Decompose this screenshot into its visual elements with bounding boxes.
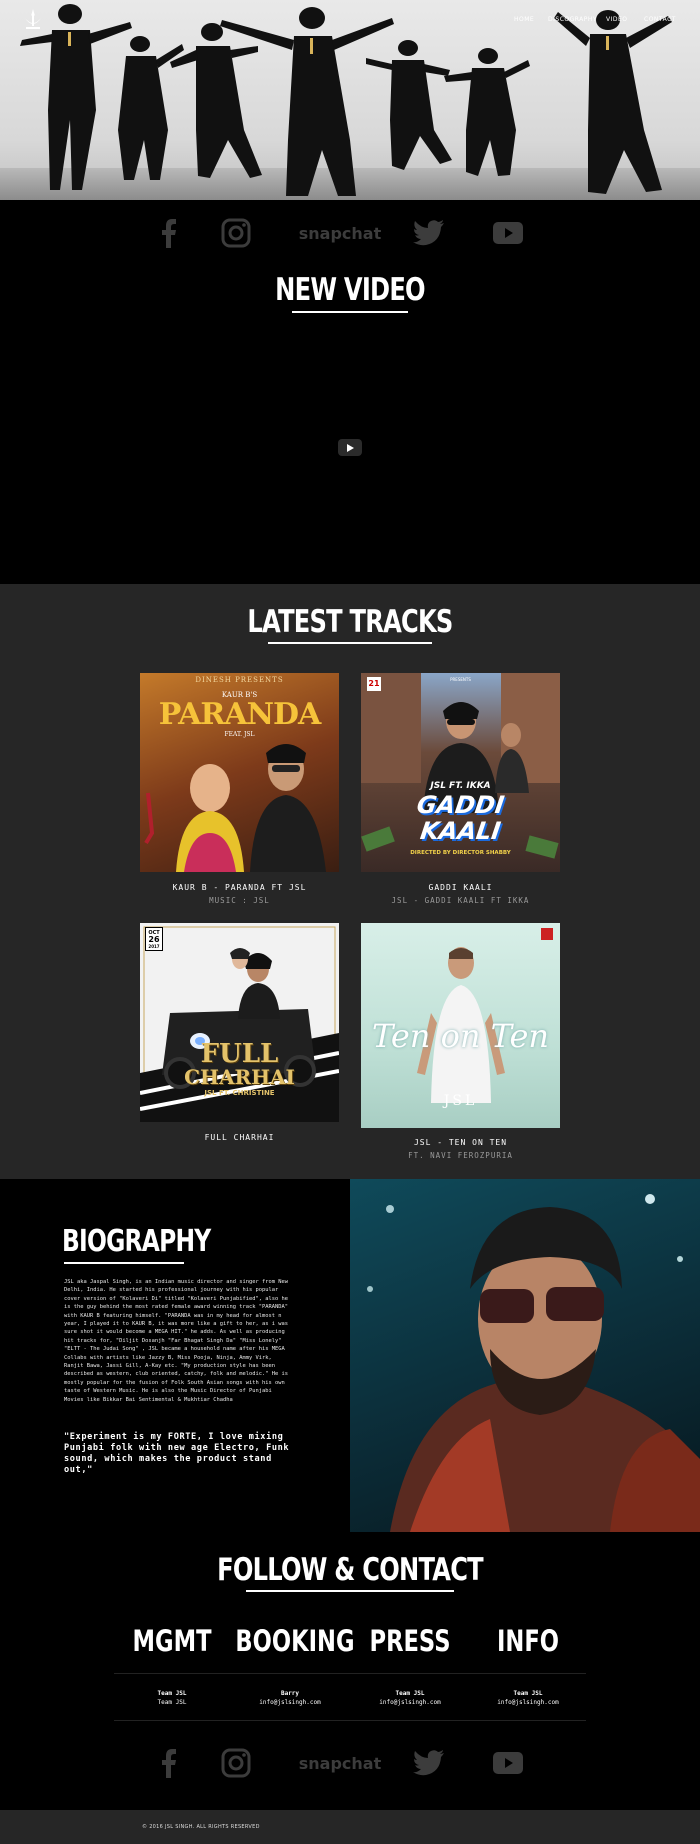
contact-email-link[interactable]: info@jslsingh.com <box>350 1699 470 1706</box>
contact-email-link[interactable]: info@jslsingh.com <box>230 1699 350 1706</box>
contact-email-link[interactable]: info@jslsingh.com <box>468 1699 588 1706</box>
contact-name: Team JSL <box>395 1690 425 1697</box>
cover-name: CHARHAI <box>184 1065 295 1089</box>
title-underline <box>292 311 408 313</box>
contact-heading-mgmt: MGMT <box>132 1624 212 1658</box>
social-links-bottom: snapchat <box>0 1740 700 1790</box>
track-cover-ten-on-ten[interactable]: Ten on Ten JSL <box>361 923 560 1128</box>
twitter-icon[interactable] <box>412 1746 446 1780</box>
nav-item-home[interactable]: HOME <box>514 16 534 23</box>
cover-name: Ten on Ten <box>371 1017 550 1055</box>
track-subtitle: JSL - GADDI KAALI FT IKKA <box>391 896 530 905</box>
release-date-badge: OCT 26 2017 <box>145 927 163 951</box>
twitter-icon[interactable] <box>412 216 446 250</box>
instagram-icon[interactable] <box>220 1746 252 1780</box>
emblem-logo-icon[interactable] <box>22 8 44 30</box>
contact-heading-press: PRESS <box>369 1624 451 1658</box>
track-cover-paranda[interactable]: DINESH PRESENTS KAUR B'S PARANDA FEAT. J… <box>140 673 339 872</box>
cover-feat: JSL FT. CHRISTINE <box>204 1089 275 1097</box>
social-links-top: snapchat <box>0 210 700 260</box>
hero-banner: HOME DISCOGRAPHY VIDEO CONTACT <box>0 0 700 200</box>
follow-contact-title: FOLLOW & CONTACT <box>217 1552 484 1588</box>
latest-tracks-title: LATEST TRACKS <box>247 604 453 640</box>
contact-heading-booking: BOOKING <box>235 1624 355 1658</box>
track-cover-full-charhai[interactable]: OCT 26 2017 FULL CHARHAI JSL FT. CHRISTI… <box>140 923 339 1122</box>
track-subtitle: MUSIC : JSL <box>209 896 270 905</box>
hero-dancers-image <box>20 4 672 196</box>
title-underline <box>64 1262 184 1264</box>
biography-text: JSL aka Jaspal Singh, is an Indian music… <box>64 1279 288 1403</box>
contact-heading-info: INFO <box>496 1624 560 1658</box>
latest-tracks-section <box>0 584 700 1179</box>
track-title[interactable]: GADDI KAALI <box>341 883 580 892</box>
nav-item-video[interactable]: VIDEO <box>606 16 628 23</box>
title-underline <box>246 1590 454 1592</box>
snapchat-wordmark[interactable]: snapchat <box>299 216 381 250</box>
contact-name: Team JSL <box>157 1690 187 1697</box>
facebook-icon[interactable] <box>158 216 180 250</box>
divider <box>114 1673 586 1674</box>
contact-detail: Team JSL <box>157 1699 187 1706</box>
cover-top-text: PRESENTS <box>450 677 471 682</box>
cover-line: JSL FT. IKKA <box>430 781 491 791</box>
track-cover-gaddi-kaali[interactable]: 21 PRESENTS JSL FT. IKKA GADDI KAALI DIR… <box>361 673 560 872</box>
artist-portrait-image <box>350 1179 700 1532</box>
cover-credit: DIRECTED BY DIRECTOR SHABBY <box>410 850 511 856</box>
play-icon[interactable] <box>338 439 362 456</box>
nav-item-contact[interactable]: CONTACT <box>644 16 676 23</box>
contact-name: Team JSL <box>513 1690 543 1697</box>
copyright-text: © 2016 JSL SINGH. ALL RIGHTS RESERVED <box>142 1824 260 1830</box>
facebook-icon[interactable] <box>158 1746 180 1780</box>
track-title[interactable]: KAUR B - PARANDA FT JSL <box>120 883 359 892</box>
snapchat-wordmark[interactable]: snapchat <box>299 1746 381 1780</box>
cover-name: GADDI <box>415 791 506 819</box>
cover-artist: JSL <box>443 1093 478 1109</box>
nav-item-discography[interactable]: DISCOGRAPHY <box>548 16 597 23</box>
new-video-title: NEW VIDEO <box>275 272 425 308</box>
youtube-icon[interactable] <box>492 1746 524 1780</box>
page: HOME DISCOGRAPHY VIDEO CONTACT snapchat … <box>0 0 700 1844</box>
track-title[interactable]: JSL - TEN ON TEN <box>341 1138 580 1147</box>
cover-name: KAALI <box>418 817 503 845</box>
footer: © 2016 JSL SINGH. ALL RIGHTS RESERVED <box>0 1810 700 1844</box>
youtube-icon[interactable] <box>492 216 524 250</box>
biography-quote: "Experiment is my FORTE, I love mixing P… <box>64 1432 290 1475</box>
title-underline <box>268 642 432 644</box>
instagram-icon[interactable] <box>220 216 252 250</box>
divider <box>114 1720 586 1721</box>
contact-name: Barry <box>280 1690 300 1697</box>
biography-title: BIOGRAPHY <box>62 1224 211 1259</box>
track-subtitle: FT. NAVI FEROZPURIA <box>408 1151 513 1160</box>
track-title[interactable]: FULL CHARHAI <box>120 1133 359 1142</box>
